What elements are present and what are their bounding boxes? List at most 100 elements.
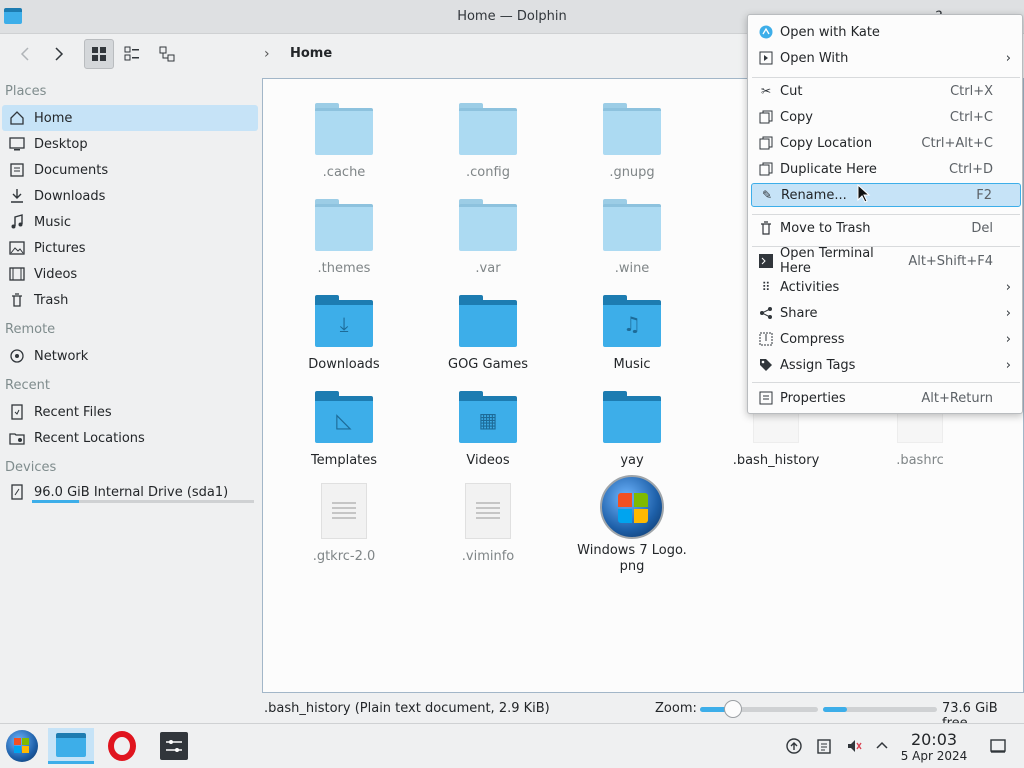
menu-item-duplicate-here[interactable]: Duplicate Here Ctrl+D xyxy=(751,157,1021,181)
section-recent: Recent xyxy=(5,378,50,393)
downloads-folder-icon: ⤓ xyxy=(315,295,373,347)
breadcrumb-separator: › xyxy=(264,46,270,62)
file-item[interactable]: .gtkrc-2.0 xyxy=(284,477,404,565)
update-icon[interactable] xyxy=(786,738,802,758)
menu-item-label: Open Terminal Here xyxy=(780,246,874,276)
sidebar-item-music[interactable]: Music xyxy=(2,209,258,235)
menu-separator xyxy=(752,214,1020,215)
back-button[interactable] xyxy=(10,39,40,69)
menu-item-compress[interactable]: Compress › xyxy=(751,327,1021,351)
file-item[interactable]: .var xyxy=(428,189,548,277)
zoom-slider-handle[interactable] xyxy=(724,700,743,718)
start-menu-button[interactable] xyxy=(4,728,40,764)
file-label: Windows 7 Logo. xyxy=(577,543,687,558)
share-icon xyxy=(758,305,774,321)
file-item[interactable]: yay xyxy=(572,381,692,469)
sidebar-item-home[interactable]: Home xyxy=(2,105,258,131)
menu-item-activities[interactable]: ⠿ Activities › xyxy=(751,275,1021,299)
file-item[interactable]: ⤓ Downloads xyxy=(284,285,404,373)
sidebar-item-recent-locations[interactable]: Recent Locations xyxy=(2,425,258,451)
forward-button[interactable] xyxy=(44,39,74,69)
menu-item-label: Compress xyxy=(780,331,845,347)
file-item[interactable]: GOG Games xyxy=(428,285,548,373)
sidebar-item-network[interactable]: Network xyxy=(2,343,258,369)
sidebar-item-label: 96.0 GiB Internal Drive (sda1) xyxy=(34,484,229,500)
videos-icon xyxy=(8,265,26,283)
properties-icon xyxy=(758,390,774,406)
pictures-icon xyxy=(8,239,26,257)
clock-time: 20:03 xyxy=(910,730,958,749)
menu-item-label: Copy Location xyxy=(780,135,873,151)
text-file-icon xyxy=(465,483,511,539)
menu-item-label: Assign Tags xyxy=(780,357,856,373)
sidebar-item-trash[interactable]: Trash xyxy=(2,287,258,313)
menu-item-cut[interactable]: ✂ Cut Ctrl+X xyxy=(751,79,1021,103)
menu-item-label: Open With xyxy=(780,50,849,66)
open-with-icon xyxy=(758,50,774,66)
taskbar-dolphin[interactable] xyxy=(48,728,94,764)
music-folder-icon: ♫ xyxy=(603,295,661,347)
menu-item-share[interactable]: Share › xyxy=(751,301,1021,325)
file-item[interactable]: ◺ Templates xyxy=(284,381,404,469)
file-label: .gnupg xyxy=(609,165,655,180)
section-remote: Remote xyxy=(5,322,56,337)
start-menu-icon xyxy=(6,730,38,762)
status-bar: .bash_history (Plain text document, 2.9 … xyxy=(0,697,1024,731)
selection-info: .bash_history (Plain text document, 2.9 … xyxy=(264,701,550,716)
breadcrumb-home[interactable]: Home xyxy=(290,46,332,61)
desktop-icon xyxy=(8,135,26,153)
taskbar: 20:03 5 Apr 2024 xyxy=(0,723,1024,768)
menu-item-assign-tags[interactable]: Assign Tags › xyxy=(751,353,1021,377)
drive-usage-bar xyxy=(32,500,254,503)
file-item[interactable]: .config xyxy=(428,93,548,181)
clock[interactable]: 20:03 5 Apr 2024 xyxy=(896,731,972,764)
menu-item-copy[interactable]: Copy Ctrl+C xyxy=(751,105,1021,129)
menu-item-open-terminal-here[interactable]: Open Terminal Here Alt+Shift+F4 xyxy=(751,246,1021,276)
rename-icon: ✎ xyxy=(761,188,773,202)
details-view-button[interactable] xyxy=(152,39,182,69)
dolphin-icon xyxy=(56,732,86,757)
file-item[interactable]: .viminfo xyxy=(428,477,548,565)
menu-item-rename[interactable]: ✎ Rename... F2 xyxy=(751,183,1021,207)
menu-item-label: Open with Kate xyxy=(780,24,880,40)
sidebar-item-downloads[interactable]: Downloads xyxy=(2,183,258,209)
sidebar-item-desktop[interactable]: Desktop xyxy=(2,131,258,157)
show-desktop-icon[interactable] xyxy=(990,738,1006,758)
section-places: Places xyxy=(5,84,47,99)
file-item[interactable]: .wine xyxy=(572,189,692,277)
file-item[interactable]: ▦ Videos xyxy=(428,381,548,469)
menu-item-move-to-trash[interactable]: Move to Trash Del xyxy=(751,216,1021,240)
volume-muted-icon[interactable] xyxy=(846,738,862,758)
taskbar-opera[interactable] xyxy=(104,728,140,764)
menu-item-open-with[interactable]: Open With › xyxy=(751,46,1021,70)
sidebar-item-videos[interactable]: Videos xyxy=(2,261,258,287)
zoom-slider[interactable] xyxy=(700,700,818,718)
duplicate-icon xyxy=(758,161,774,177)
file-item[interactable]: Windows 7 Logo. png xyxy=(572,471,692,575)
context-menu: Open with Kate Open With › ✂ Cut Ctrl+X … xyxy=(747,14,1023,414)
recent-files-icon xyxy=(8,403,26,421)
tray-expand-icon[interactable] xyxy=(875,738,889,756)
icons-view-button[interactable] xyxy=(84,39,114,69)
folder-icon xyxy=(315,199,373,251)
menu-item-copy-location[interactable]: Copy Location Ctrl+Alt+C xyxy=(751,131,1021,155)
menu-item-label: Properties xyxy=(780,390,846,406)
menu-item-open-with-kate[interactable]: Open with Kate xyxy=(751,20,1021,44)
sidebar-item-recent-files[interactable]: Recent Files xyxy=(2,399,258,425)
file-item[interactable]: .gnupg xyxy=(572,93,692,181)
section-devices: Devices xyxy=(5,460,57,475)
menu-item-properties[interactable]: Properties Alt+Return xyxy=(751,386,1021,410)
file-item[interactable]: .cache xyxy=(284,93,404,181)
file-label: Videos xyxy=(466,453,510,468)
file-label: yay xyxy=(620,453,644,468)
compact-view-button[interactable] xyxy=(117,39,147,69)
clipboard-icon[interactable] xyxy=(816,738,832,758)
network-icon xyxy=(8,347,26,365)
sidebar-item-documents[interactable]: Documents xyxy=(2,157,258,183)
tag-icon xyxy=(758,357,774,373)
taskbar-settings-app[interactable] xyxy=(156,728,192,764)
file-item[interactable]: ♫ Music xyxy=(572,285,692,373)
details-view-icon xyxy=(159,46,175,62)
sidebar-item-pictures[interactable]: Pictures xyxy=(2,235,258,261)
file-item[interactable]: .themes xyxy=(284,189,404,277)
